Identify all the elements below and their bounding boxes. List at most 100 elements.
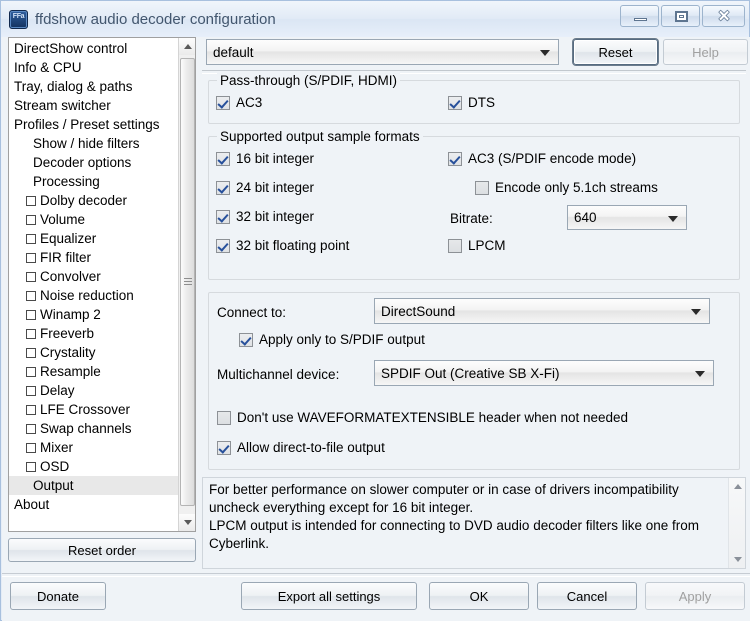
checkbox-label: AC3 [236,95,263,110]
sidebar-item-info-cpu[interactable]: Info & CPU [9,58,178,77]
sidebar-item-stream-switcher[interactable]: Stream switcher [9,96,178,115]
sidebar-item-freeverb[interactable]: Freeverb [9,324,178,343]
tree-scroll-up-button[interactable] [179,38,195,55]
cancel-button[interactable]: Cancel [537,582,637,610]
checkbox-icon[interactable] [26,442,36,453]
info-scrollbar[interactable] [728,478,745,568]
checkbox-icon [448,151,462,166]
tree-scroll-down-button[interactable] [179,514,195,531]
close-icon: ✕ [717,8,731,25]
tree-scrollbar[interactable] [178,38,195,531]
reset-button[interactable]: Reset [573,39,658,65]
checkbox-apply-only-spdif[interactable]: Apply only to S/PDIF output [239,332,425,347]
checkbox-icon[interactable] [26,195,36,206]
sidebar-item-resample[interactable]: Resample [9,362,178,381]
checkbox-icon[interactable] [26,347,36,358]
bitrate-select[interactable]: 640 [567,205,687,230]
chevron-down-icon [540,50,550,56]
sidebar-item-noise-reduction[interactable]: Noise reduction [9,286,178,305]
checkbox-lpcm[interactable]: LPCM [448,238,506,253]
checkbox-icon[interactable] [26,366,36,377]
checkbox-label: LPCM [468,238,506,253]
checkbox-32bit-float[interactable]: 32 bit floating point [216,238,349,253]
sidebar-item-tray-dialog-paths[interactable]: Tray, dialog & paths [9,77,178,96]
donate-button[interactable]: Donate [10,582,106,610]
connect-to-select-value: DirectSound [381,303,456,319]
sidebar-item-swap-channels[interactable]: Swap channels [9,419,178,438]
checkbox-icon[interactable] [26,423,36,434]
minimize-button[interactable] [620,5,659,27]
sidebar-item-directshow-control[interactable]: DirectShow control [9,39,178,58]
checkbox-icon[interactable] [26,404,36,415]
connect-to-label: Connect to: [217,305,287,320]
checkbox-ac3-spdif-encode[interactable]: AC3 (S/PDIF encode mode) [448,151,636,166]
checkbox-no-waveformatextensible[interactable]: Don't use WAVEFORMATEXTENSIBLE header wh… [217,410,628,425]
export-all-settings-button[interactable]: Export all settings [241,582,417,610]
checkbox-icon [216,95,230,110]
profile-select-value: default [213,44,254,60]
tree-scroll-thumb[interactable] [180,58,195,506]
sidebar-item-label: Show / hide filters [33,136,140,151]
sidebar-item-delay[interactable]: Delay [9,381,178,400]
checkbox-icon[interactable] [26,385,36,396]
sidebar-item-decoder-options[interactable]: Decoder options [9,153,178,172]
connect-to-select[interactable]: DirectSound [374,298,710,324]
reset-order-button[interactable]: Reset order [8,538,196,562]
maximize-button[interactable] [661,5,700,27]
info-scroll-up-button[interactable] [729,478,746,495]
sidebar-item-label: Output [33,478,74,493]
checkbox-allow-direct-to-file[interactable]: Allow direct-to-file output [217,440,385,455]
sidebar-item-dolby-decoder[interactable]: Dolby decoder [9,191,178,210]
checkbox-icon[interactable] [26,271,36,282]
sidebar-item-output[interactable]: Output [9,476,178,495]
sidebar-item-winamp-2[interactable]: Winamp 2 [9,305,178,324]
checkbox-ac3-passthrough[interactable]: AC3 [216,95,262,110]
grip-icon [184,278,192,286]
sidebar-item-label: Winamp 2 [40,307,101,322]
checkbox-icon[interactable] [26,214,36,225]
title-bar[interactable]: ffdshow audio decoder configuration ✕ [1,1,749,37]
sidebar-item-label: Freeverb [40,326,95,341]
sidebar-item-show-hide-filters[interactable]: Show / hide filters [9,134,178,153]
sidebar-item-osd[interactable]: OSD [9,457,178,476]
checkbox-32bit-integer[interactable]: 32 bit integer [216,209,314,224]
info-scroll-down-button[interactable] [729,551,746,568]
ffdshow-config-window: ffdshow audio decoder configuration ✕ Di… [0,0,750,621]
ok-button[interactable]: OK [429,582,529,610]
settings-tree-items: DirectShow control Info & CPU Tray, dialog… [9,38,178,531]
sidebar-item-convolver[interactable]: Convolver [9,267,178,286]
profile-toolbar: default Reset Help [206,39,748,65]
checkbox-icon [448,238,462,253]
checkbox-24bit-integer[interactable]: 24 bit integer [216,180,314,195]
sidebar-item-about[interactable]: About [9,495,178,514]
sidebar-item-profiles-preset-settings[interactable]: Profiles / Preset settings [9,115,178,134]
checkbox-encode-only-51ch[interactable]: Encode only 5.1ch streams [475,180,658,195]
checkbox-icon[interactable] [26,233,36,244]
info-textbox[interactable]: For better performance on slower compute… [202,477,746,569]
checkbox-icon[interactable] [26,290,36,301]
sidebar-item-mixer[interactable]: Mixer [9,438,178,457]
sidebar-item-label: Profiles / Preset settings [14,117,160,132]
close-button[interactable]: ✕ [702,5,745,27]
checkbox-icon[interactable] [26,461,36,472]
profile-select[interactable]: default [206,39,559,65]
checkbox-label: 32 bit floating point [236,238,350,253]
sidebar-item-lfe-crossover[interactable]: LFE Crossover [9,400,178,419]
window-title: ffdshow audio decoder configuration [35,10,276,28]
sidebar-item-equalizer[interactable]: Equalizer [9,229,178,248]
checkbox-16bit-integer[interactable]: 16 bit integer [216,151,314,166]
sidebar-item-fir-filter[interactable]: FIR filter [9,248,178,267]
sidebar-item-processing[interactable]: Processing [9,172,178,191]
multichannel-device-select[interactable]: SPDIF Out (Creative SB X-Fi) [374,360,714,386]
checkbox-icon[interactable] [26,309,36,320]
checkbox-icon[interactable] [26,252,36,263]
sidebar-item-label: Volume [40,212,86,227]
sidebar-item-volume[interactable]: Volume [9,210,178,229]
passthrough-group: Pass-through (S/PDIF, HDMI) AC3 DTS [208,73,740,124]
settings-tree[interactable]: DirectShow control Info & CPU Tray, dialog… [8,37,196,532]
checkbox-label: 24 bit integer [236,180,315,195]
sidebar-item-label: DirectShow control [14,41,128,56]
sidebar-item-crystality[interactable]: Crystality [9,343,178,362]
checkbox-dts-passthrough[interactable]: DTS [448,95,495,110]
checkbox-icon[interactable] [26,328,36,339]
